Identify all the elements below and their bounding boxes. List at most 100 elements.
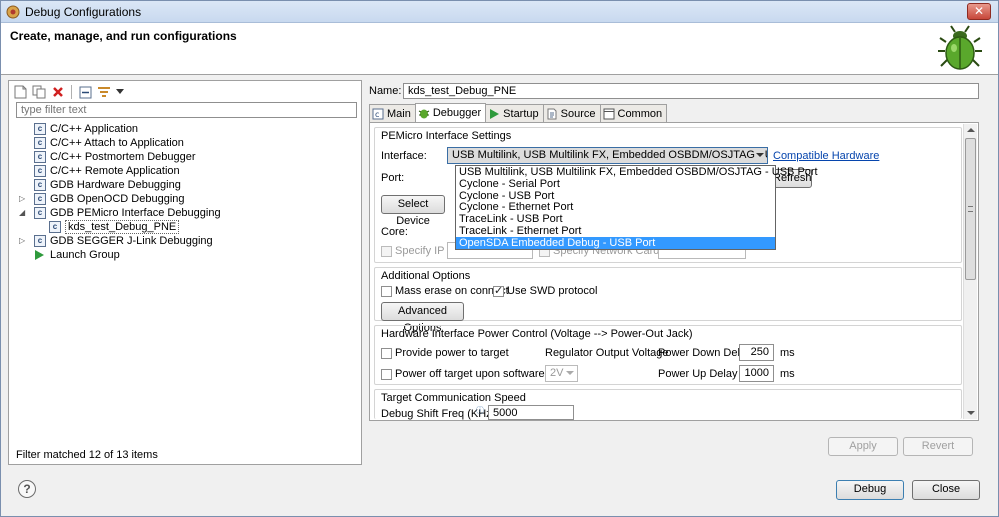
config-toolbar [12,83,125,101]
power-up-delay-input[interactable]: 1000 [739,365,774,382]
interface-label: Interface: [381,150,427,162]
power-off-target-checkbox[interactable] [381,369,392,380]
specify-ip-checkbox[interactable] [381,246,392,257]
tree-item-c-cpp-postmortem[interactable]: c C/C++ Postmortem Debugger [19,150,359,164]
new-config-button[interactable] [12,84,28,100]
c-config-icon: c [34,207,46,219]
dropdown-option[interactable]: Cyclone - Ethernet Port [456,201,775,213]
tree-item-launch-group[interactable]: Launch Group [19,248,359,262]
chevron-down-icon [116,89,124,94]
c-config-icon: c [34,137,46,149]
close-button[interactable]: Close [912,480,980,500]
power-down-delay-input[interactable]: 250 [739,344,774,361]
startup-tab-icon [490,108,500,119]
name-input[interactable]: kds_test_Debug_PNE [403,83,979,99]
duplicate-config-button[interactable] [31,84,47,100]
power-control-title: Hardware Interface Power Control (Voltag… [381,328,693,340]
tree-item-kds-test-debug-pne[interactable]: c kds_test_Debug_PNE [19,220,359,234]
filter-button[interactable] [96,84,112,100]
filter-icon [98,87,110,97]
tab-source[interactable]: Source [542,104,601,122]
power-up-delay-label: Power Up Delay [658,368,738,380]
revert-button[interactable]: Revert [903,437,973,456]
debugger-tab-icon [418,109,430,119]
tree-item-gdb-segger-jlink[interactable]: ▷ c GDB SEGGER J-Link Debugging [19,234,359,248]
tree-item-gdb-pemicro[interactable]: ◢ c GDB PEMicro Interface Debugging [19,206,359,220]
toolbar-separator [71,85,72,99]
tab-common[interactable]: Common [599,104,668,122]
dropdown-option[interactable]: Cyclone - USB Port [456,190,775,202]
configuration-editor: Name: kds_test_Debug_PNE c Main Debugger… [366,80,983,465]
advanced-options-button[interactable]: Advanced Options [381,302,464,334]
shift-freq-input[interactable]: 5000 [488,405,574,420]
expand-arrow-icon[interactable]: ▷ [19,192,29,206]
dialog-heading: Create, manage, and run configurations [10,29,237,43]
mass-erase-checkbox[interactable] [381,286,392,297]
c-config-icon: c [34,179,46,191]
provide-power-label: Provide power to target [395,347,509,359]
dropdown-option[interactable]: TraceLink - Ethernet Port [456,225,775,237]
tree-item-gdb-hardware[interactable]: c GDB Hardware Debugging [19,178,359,192]
comm-speed-group: Target Communication Speed Debug Shift F… [374,389,962,420]
comm-speed-title: Target Communication Speed [381,392,526,404]
pemicro-settings-title: PEMicro Interface Settings [381,130,512,142]
compatible-hardware-link[interactable]: Compatible Hardware [773,150,879,162]
tab-main[interactable]: c Main [369,104,416,122]
config-tabs: c Main Debugger Startup Source Common [369,103,668,122]
collapse-all-button[interactable] [77,84,93,100]
use-swd-checkbox[interactable] [493,284,504,297]
delete-icon [53,87,63,97]
scroll-up-icon[interactable] [967,128,975,132]
dropdown-option[interactable]: USB Multilink, USB Multilink FX, Embedde… [456,166,818,178]
tree-item-c-cpp-remote[interactable]: c C/C++ Remote Application [19,164,359,178]
info-icon: ⓘ [476,406,484,415]
power-down-unit: ms [780,347,795,359]
title-bar: Debug Configurations ✕ [1,1,998,23]
interface-dropdown-list: USB Multilink, USB Multilink FX, Embedde… [455,165,818,250]
power-off-target-label: Power off target upon software exit [395,368,565,380]
provide-power-checkbox[interactable] [381,348,392,359]
power-down-delay-label: Power Down Delay [658,347,752,359]
source-tab-icon [547,108,557,119]
collapse-all-icon [79,86,91,98]
select-device-button[interactable]: Select Device [381,195,445,227]
c-config-icon: c [49,221,61,233]
regulator-voltage-label: Regulator Output Voltage [545,347,669,359]
scroll-down-icon[interactable] [967,411,975,415]
close-icon: ✕ [973,4,985,18]
chevron-down-icon [756,153,764,157]
power-up-unit: ms [780,368,795,380]
debug-configurations-window: Debug Configurations ✕ Create, manage, a… [0,0,999,517]
chevron-down-icon [566,371,574,375]
tab-startup[interactable]: Startup [485,104,544,122]
filter-input[interactable] [16,102,357,118]
help-icon[interactable]: ? [18,480,36,498]
tree-item-gdb-openocd[interactable]: ▷ c GDB OpenOCD Debugging [19,192,359,206]
dropdown-option-selected[interactable]: OpenSDA Embedded Debug - USB Port [456,236,775,249]
configuration-tree: c C/C++ Application c C/C++ Attach to Ap… [19,122,359,262]
core-label: Core: [381,226,408,238]
svg-text:c: c [375,110,379,119]
apply-button[interactable]: Apply [828,437,898,456]
configuration-list-panel: c C/C++ Application c C/C++ Attach to Ap… [8,80,362,465]
debug-button[interactable]: Debug [836,480,904,500]
vertical-scrollbar[interactable] [963,124,977,419]
tree-item-c-cpp-attach[interactable]: c C/C++ Attach to Application [19,136,359,150]
dropdown-option[interactable]: TraceLink - USB Port [456,213,775,225]
tab-debugger[interactable]: Debugger [414,103,487,122]
window-close-button[interactable]: ✕ [967,3,991,20]
dialog-header: Create, manage, and run configurations [1,23,998,75]
collapse-arrow-icon[interactable]: ◢ [19,206,29,220]
scroll-thumb[interactable] [965,138,976,280]
tree-item-c-cpp-application[interactable]: c C/C++ Application [19,122,359,136]
expand-arrow-icon[interactable]: ▷ [19,234,29,248]
c-config-icon: c [34,165,46,177]
regulator-voltage-select[interactable]: 2V [545,365,578,382]
main-tab-icon: c [372,108,384,119]
interface-select[interactable]: USB Multilink, USB Multilink FX, Embedde… [447,147,768,164]
duplicate-icon [32,85,46,99]
additional-options-title: Additional Options [381,270,471,282]
dropdown-option[interactable]: Cyclone - Serial Port [456,178,775,190]
filter-menu-button[interactable] [115,84,125,100]
delete-config-button[interactable] [50,84,66,100]
